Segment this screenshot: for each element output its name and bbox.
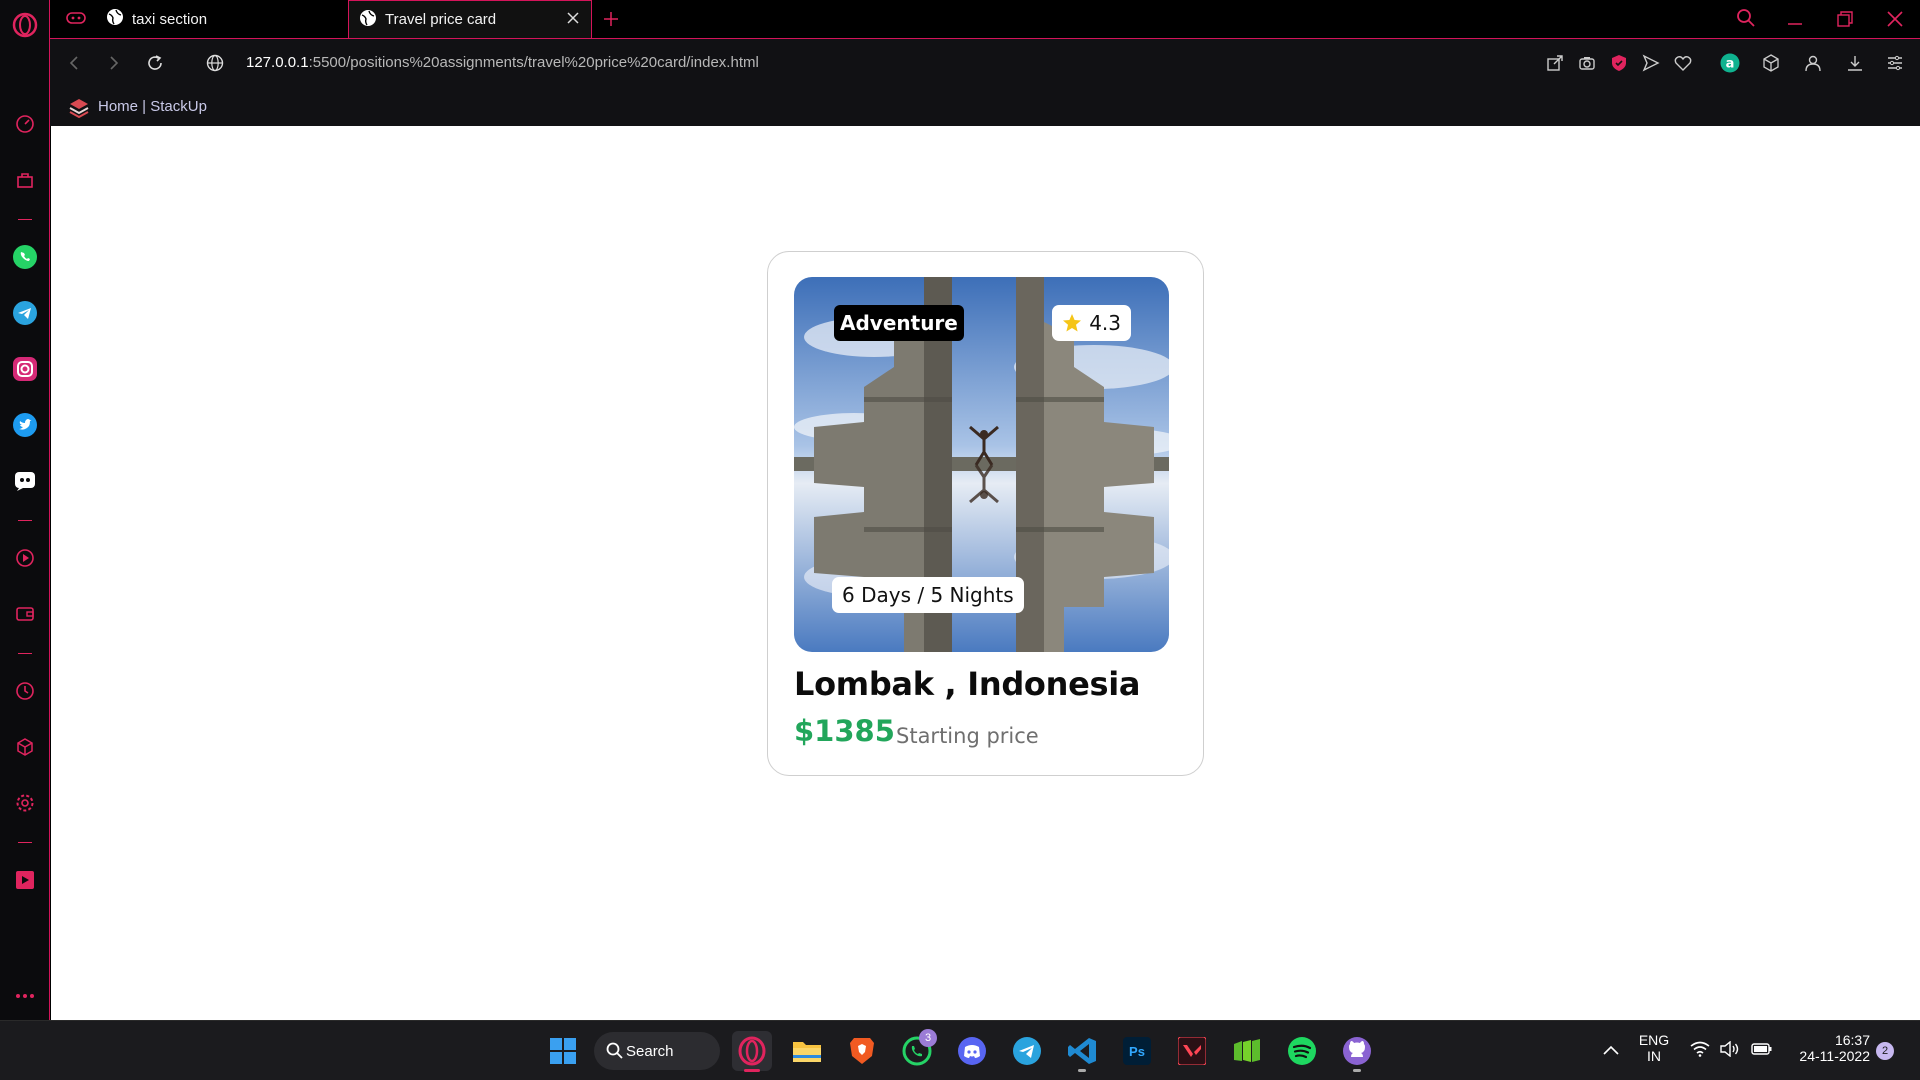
show-hidden-icons-chevron-up-icon[interactable] <box>1602 1041 1620 1060</box>
sidebar-separator <box>18 520 32 521</box>
globe-icon <box>359 9 377 31</box>
taskbar-search[interactable]: Search <box>594 1032 720 1070</box>
windows-start-icon[interactable] <box>543 1031 583 1071</box>
clock[interactable]: 16:37 24-11-2022 <box>1786 1032 1870 1064</box>
nvidia-app-icon[interactable] <box>1227 1031 1267 1071</box>
price-value: $1385 <box>794 714 895 748</box>
close-tab-icon[interactable] <box>565 10 581 30</box>
back-icon[interactable] <box>66 55 82 75</box>
windows-taskbar: Search 3 Ps ENG IN 16:37 24-11-2022 2 <box>0 1020 1920 1080</box>
telegram-icon[interactable] <box>10 298 40 328</box>
opera-logo-icon[interactable] <box>10 10 40 40</box>
sidebar-separator <box>18 219 32 220</box>
language-code: ENG <box>1638 1032 1670 1048</box>
more-options-icon[interactable] <box>10 981 40 1011</box>
search-tabs-icon[interactable] <box>1736 8 1756 32</box>
forward-icon[interactable] <box>106 55 122 75</box>
trip-duration: 6 Days / 5 Nights <box>832 577 1024 613</box>
search-icon <box>606 1042 623 1063</box>
bookmarks-bar: Home | StackUp <box>50 88 1920 126</box>
history-icon[interactable] <box>10 676 40 706</box>
spotify-icon[interactable] <box>1282 1031 1322 1071</box>
easy-setup-icon[interactable] <box>1886 54 1904 76</box>
tab-bar: taxi section Travel price card <box>50 0 1920 38</box>
telegram-taskbar-icon[interactable] <box>1007 1031 1047 1071</box>
whatsapp-taskbar-icon[interactable]: 3 <box>897 1029 937 1071</box>
video-popout-icon[interactable] <box>10 865 40 895</box>
tab-title: taxi section <box>132 10 208 28</box>
tab-travel-price-card[interactable]: Travel price card <box>348 0 592 38</box>
tab-title: Travel price card <box>385 11 497 28</box>
snapshot-camera-icon[interactable] <box>1578 54 1596 76</box>
tab-taxi-section[interactable]: taxi section <box>96 0 388 38</box>
settings-gear-icon[interactable] <box>10 788 40 818</box>
photoshop-icon[interactable]: Ps <box>1117 1031 1157 1071</box>
site-info-globe-icon[interactable] <box>206 54 224 76</box>
clock-time: 16:37 <box>1834 1032 1870 1048</box>
valorant-icon[interactable] <box>1172 1031 1212 1071</box>
address-bar: 127.0.0.1:5500/positions%20assignments/t… <box>50 38 1920 88</box>
restore-window-icon[interactable] <box>1836 10 1854 32</box>
opera-sidebar <box>0 0 50 1020</box>
send-icon[interactable] <box>1642 54 1660 76</box>
speed-dial-icon[interactable] <box>10 109 40 139</box>
destination-photo: Adventure 4.3 6 Days / 5 Nights <box>794 277 1169 652</box>
language-indicator[interactable]: ENG IN <box>1636 1032 1672 1064</box>
url-field[interactable]: 127.0.0.1:5500/positions%20assignments/t… <box>246 54 759 71</box>
extensions-cube-icon[interactable] <box>1762 54 1780 76</box>
opera-gx-taskbar-icon[interactable] <box>732 1031 772 1072</box>
whatsapp-icon[interactable] <box>10 242 40 272</box>
volume-icon[interactable] <box>1720 1040 1740 1061</box>
rating-badge: 4.3 <box>1052 305 1131 341</box>
travel-price-card: Adventure 4.3 6 Days / 5 Nights Lombak ,… <box>767 251 1204 776</box>
discord-taskbar-icon[interactable] <box>952 1031 992 1071</box>
star-icon <box>1062 313 1082 333</box>
gx-workspace-icon[interactable] <box>66 10 86 30</box>
wifi-icon[interactable] <box>1690 1041 1710 1061</box>
reload-icon[interactable] <box>146 54 164 76</box>
search-label: Search <box>626 1042 674 1060</box>
new-tab-plus-icon[interactable] <box>602 10 620 32</box>
clock-date: 24-11-2022 <box>1799 1048 1870 1064</box>
bookmark-home-stackup[interactable]: Home | StackUp <box>98 98 207 115</box>
globe-icon <box>106 8 124 30</box>
notification-badge: 3 <box>919 1029 937 1047</box>
player-icon[interactable] <box>10 543 40 573</box>
price-caption: Starting price <box>896 724 1039 748</box>
url-path: :5500/positions%20assignments/travel%20p… <box>308 54 759 71</box>
account-icon[interactable] <box>1804 54 1822 76</box>
extension-a-icon[interactable]: a <box>1720 53 1740 77</box>
minimize-window-icon[interactable] <box>1786 10 1804 32</box>
twitter-icon[interactable] <box>10 410 40 440</box>
battery-icon[interactable] <box>1751 1041 1773 1061</box>
vpn-shield-icon[interactable] <box>1610 54 1628 76</box>
svg-text:a: a <box>1726 57 1735 72</box>
share-icon[interactable] <box>1546 54 1564 76</box>
url-host: 127.0.0.1 <box>246 54 309 71</box>
heart-bookmark-icon[interactable] <box>1674 54 1692 76</box>
shopping-icon[interactable] <box>10 165 40 195</box>
wallet-icon[interactable] <box>10 599 40 629</box>
github-desktop-icon[interactable] <box>1337 1031 1377 1072</box>
sidebar-separator <box>18 842 32 843</box>
discord-icon[interactable] <box>10 466 40 496</box>
category-tag: Adventure <box>834 305 964 341</box>
svg-text:Ps: Ps <box>1129 1044 1145 1059</box>
vscode-icon[interactable] <box>1062 1031 1102 1072</box>
download-icon[interactable] <box>1846 54 1864 76</box>
brave-browser-icon[interactable] <box>842 1031 882 1071</box>
extensions-icon[interactable] <box>10 732 40 762</box>
destination-title: Lombak , Indonesia <box>794 665 1141 703</box>
rating-value: 4.3 <box>1089 311 1121 335</box>
notifications-badge[interactable]: 2 <box>1876 1042 1894 1060</box>
close-window-icon[interactable] <box>1886 10 1904 32</box>
stackup-logo-icon <box>68 96 90 122</box>
sidebar-separator <box>18 653 32 654</box>
file-explorer-icon[interactable] <box>787 1031 827 1071</box>
region-code: IN <box>1647 1048 1661 1064</box>
instagram-icon[interactable] <box>10 354 40 384</box>
